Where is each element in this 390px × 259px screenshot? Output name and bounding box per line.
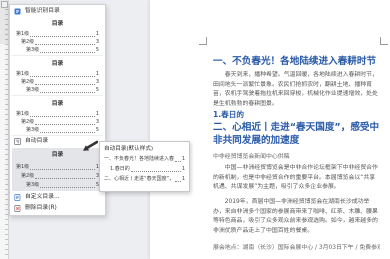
toc-card-title: 目录 bbox=[51, 152, 64, 158]
level-page: 1 bbox=[95, 111, 99, 117]
toc-card-level-1: 第1级 1 bbox=[16, 111, 99, 118]
level-page: 1 bbox=[95, 71, 99, 77]
smart-toc-label: 智能识别目录 bbox=[25, 8, 60, 14]
preview-entry-text: 二、心相近丨走进“春天国度”，感受中非共同发展的加速度 bbox=[104, 176, 174, 182]
ruler-margin-shade bbox=[0, 0, 8, 44]
level-label: 第1级 bbox=[16, 71, 30, 77]
level-page: 3 bbox=[95, 119, 99, 125]
pointer-arrow-icon bbox=[83, 140, 98, 151]
heading-1[interactable]: 一、不负春光！各地陆续进入春耕时节 bbox=[213, 55, 380, 69]
preview-entry-1: 一、不负春光！各地陆续进入春耕时节 1 bbox=[104, 155, 185, 164]
leader-dots bbox=[35, 123, 95, 125]
level-page: 1 bbox=[95, 31, 99, 37]
level-label: 第3级 bbox=[26, 87, 40, 93]
toc-preview-popup: 自动目录(默认样式) 一、不负春光！各地陆续进入春耕时节 1 1.春日的 1 二、心… bbox=[99, 141, 190, 192]
margin-corner-mark-right bbox=[380, 37, 388, 45]
leader-dots bbox=[35, 83, 95, 85]
level-page: 5 bbox=[95, 127, 99, 133]
preview-entry-page: 1 bbox=[181, 176, 185, 182]
auto-toc-icon bbox=[14, 138, 21, 145]
preview-entry-3: 二、心相近丨走进“春天国度”，感受中非共同发展的加速度 1 bbox=[104, 175, 185, 184]
leader-dots bbox=[40, 51, 95, 53]
leader-dots bbox=[174, 181, 181, 182]
custom-toc-item[interactable]: 自定义目录... bbox=[10, 192, 105, 203]
toc-card-title: 目录 bbox=[51, 61, 64, 67]
preview-title: 自动目录(默认样式) bbox=[104, 146, 154, 152]
preview-entry-text: 一、不负春光！各地陆续进入春耕时节 bbox=[104, 156, 174, 162]
paragraph-3[interactable]: 2019年，首届中国—非洲经贸博览会在湖南长沙成功举办，来自非洲多个国家的参展商… bbox=[213, 198, 380, 236]
toc-card-title: 目录 bbox=[51, 21, 64, 27]
caption-line[interactable]: 中非经贸博览会新闻中心供稿 bbox=[213, 152, 380, 162]
toc-card-level-2: 第2级 3 bbox=[21, 79, 99, 86]
paragraph-4[interactable]: 展会地点：湖南（长沙）国际会展中心 / 3月03日下午 / 免费参观 bbox=[213, 243, 380, 253]
level-label: 第1级 bbox=[16, 31, 30, 37]
delete-toc-label: 删除目录(R) bbox=[25, 205, 57, 211]
toc-card-level-2: 第2级 3 bbox=[21, 173, 99, 180]
level-label: 第3级 bbox=[26, 47, 40, 53]
toc-dropdown-menu: 智能识别目录 目录 第1级 1 第2级 3 第3级 5 目录 第1级 1 第2级 3 第3… bbox=[9, 4, 106, 216]
delete-toc-item[interactable]: 删除目录(R) bbox=[10, 203, 105, 214]
level-label: 第2级 bbox=[21, 173, 35, 179]
leader-dots bbox=[174, 161, 181, 162]
toc-card-level-2: 第2级 3 bbox=[21, 39, 99, 46]
level-page: 5 bbox=[95, 47, 99, 53]
toc-card-level-2: 第2级 3 bbox=[21, 119, 99, 126]
toc-style-card-3[interactable]: 目录 第1级 1 第2级 3 第3级 5 bbox=[12, 98, 103, 136]
vertical-ruler[interactable] bbox=[0, 0, 9, 259]
toc-card-level-1: 第1级 1 bbox=[16, 164, 99, 171]
toc-card-level-3: 第3级 5 bbox=[26, 47, 99, 54]
margin-corner-mark-left bbox=[199, 37, 207, 45]
leader-dots bbox=[40, 91, 95, 93]
toc-card-level-3: 第3级 5 bbox=[26, 127, 99, 134]
toc-style-card-2[interactable]: 目录 第1级 1 第2级 3 第3级 5 bbox=[12, 58, 103, 96]
toc-style-card-4[interactable]: 目录 第1级 1 第2级 3 第3级 5 bbox=[12, 148, 103, 191]
leader-dots bbox=[40, 131, 95, 133]
preview-entry-text: 1.春日的 bbox=[110, 166, 130, 172]
level-page: 3 bbox=[95, 79, 99, 85]
toc-style-card-1[interactable]: 目录 第1级 1 第2级 3 第3级 5 bbox=[12, 18, 103, 56]
delete-toc-icon bbox=[14, 205, 21, 212]
toc-card-level-1: 第1级 1 bbox=[16, 31, 99, 38]
level-label: 第2级 bbox=[21, 39, 35, 45]
smart-toc-item[interactable]: 智能识别目录 bbox=[10, 6, 105, 17]
auto-toc-label: 自动目录 bbox=[25, 138, 49, 144]
toc-card-level-3: 第3级 5 bbox=[26, 87, 99, 94]
smart-toc-icon bbox=[14, 8, 21, 15]
leader-dots bbox=[30, 75, 95, 77]
paragraph-1[interactable]: 春天到来，播种希望。气温回暖，各地陆续进入春耕时节，田间地头一派繁忙景象。农民们… bbox=[213, 71, 380, 109]
level-label: 第1级 bbox=[16, 111, 30, 117]
heading-2[interactable]: 二、心相近丨走进“春天国度”，感受中非共同发展的加速度 bbox=[213, 121, 380, 148]
level-label: 第3级 bbox=[26, 182, 40, 188]
leader-dots bbox=[130, 171, 181, 172]
toc-card-title: 目录 bbox=[51, 101, 64, 107]
leader-dots bbox=[35, 43, 95, 45]
preview-entry-page: 1 bbox=[181, 156, 185, 162]
paragraph-2[interactable]: 中国—非洲经贸博览会是中非合作论坛框架下中非经贸合作的新机制，也是中非经贸合作的… bbox=[213, 164, 380, 193]
leader-dots bbox=[30, 35, 95, 37]
custom-toc-icon bbox=[14, 194, 21, 201]
subheading[interactable]: 1.春日的 bbox=[213, 110, 380, 120]
level-label: 第2级 bbox=[21, 119, 35, 125]
preview-entry-2: 1.春日的 1 bbox=[104, 165, 185, 174]
level-label: 第3级 bbox=[26, 127, 40, 133]
preview-entry-page: 1 bbox=[181, 166, 185, 172]
level-label: 第2级 bbox=[21, 79, 35, 85]
level-page: 5 bbox=[95, 87, 99, 93]
level-label: 第1级 bbox=[16, 164, 30, 170]
toc-card-level-3: 第3级 5 bbox=[26, 182, 99, 189]
toc-card-level-1: 第1级 1 bbox=[16, 71, 99, 78]
leader-dots bbox=[35, 177, 95, 179]
leader-dots bbox=[30, 115, 95, 117]
leader-dots bbox=[40, 186, 95, 188]
level-page: 3 bbox=[95, 39, 99, 45]
leader-dots bbox=[30, 168, 95, 170]
custom-toc-label: 自定义目录... bbox=[25, 194, 60, 200]
